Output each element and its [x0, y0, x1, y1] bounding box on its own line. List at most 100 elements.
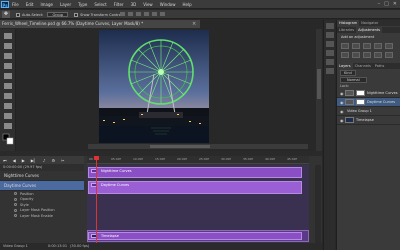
tab-paths[interactable]: Paths	[373, 63, 387, 69]
auto-select-checkbox[interactable]	[16, 12, 20, 17]
prev-frame-icon[interactable]: ◀	[13, 158, 16, 163]
next-frame-icon[interactable]: ▶▏	[31, 158, 37, 163]
hue-icon[interactable]	[341, 52, 349, 58]
paragraph-icon[interactable]	[326, 50, 334, 56]
document-tab[interactable]: Ferris_Wheel_Timeline.psd @ 66.7% (Dayti…	[0, 20, 200, 28]
tab-layers[interactable]: Layers	[337, 63, 353, 69]
tab-libraries[interactable]: Libraries	[337, 27, 356, 33]
curves-icon[interactable]	[363, 43, 371, 49]
tool-icons[interactable]	[0, 29, 16, 151]
quick-select-icon	[4, 63, 12, 69]
align-top-icon[interactable]	[144, 12, 149, 16]
close-icon[interactable]: ✕	[393, 1, 397, 8]
first-frame-icon[interactable]: ⏮	[3, 158, 7, 163]
footer-time: 0:00:13:01	[47, 244, 68, 248]
align-left-icon[interactable]	[120, 12, 125, 16]
video-group-label: Video Group 1	[3, 244, 28, 248]
stopwatch-icon[interactable]	[14, 208, 17, 212]
menu-file[interactable]: File	[12, 1, 19, 8]
swatches-icon[interactable]	[326, 68, 334, 74]
layer-row[interactable]: ◉ Nighttime Curves	[337, 89, 400, 98]
playhead-line[interactable]	[96, 156, 97, 246]
align-right-icon[interactable]	[136, 12, 141, 16]
histogram-tabs: Histogram Navigator	[337, 20, 400, 26]
timeline-scrollbar[interactable]	[315, 165, 321, 243]
ruler-tick: 45:00f	[287, 157, 297, 161]
ruler-tick: 00	[89, 157, 93, 161]
menu-image[interactable]: Image	[40, 1, 53, 8]
photo-filter-icon[interactable]	[374, 52, 382, 58]
track-daytime[interactable]: Daytime Curves	[0, 181, 84, 191]
layer-row[interactable]: ◉ Timelapse	[337, 116, 400, 125]
tab-histogram[interactable]: Histogram	[337, 20, 360, 26]
maximize-icon[interactable]: □	[384, 1, 389, 8]
menu-3d[interactable]: 3D	[131, 1, 137, 8]
layer-row[interactable]: ◉ Video Group 1	[337, 107, 400, 116]
menu-select[interactable]: Select	[94, 1, 106, 8]
close-tab-icon[interactable]: ×	[192, 20, 196, 28]
visibility-icon[interactable]: ◉	[340, 109, 345, 114]
menu-bar: Ps File Edit Image Layer Type Select Fil…	[0, 0, 400, 9]
brush-panel-icon[interactable]	[326, 59, 334, 65]
playback-controls: ⏮ ◀ ▶ ▶▏ ♪ ⚙ ✂	[0, 156, 84, 164]
menu-help[interactable]: Help	[182, 1, 191, 8]
properties-icon[interactable]	[326, 32, 334, 38]
menu-window[interactable]: Window	[160, 1, 176, 8]
add-adjustment-label: Add an adjustment	[341, 35, 375, 39]
blend-mode-dropdown[interactable]: Normal	[340, 76, 367, 83]
minimize-icon[interactable]: –	[378, 1, 381, 8]
menu-type[interactable]: Type	[78, 1, 87, 8]
stopwatch-icon[interactable]	[14, 192, 17, 196]
align-center-icon[interactable]	[128, 12, 133, 16]
bw-icon[interactable]	[363, 52, 371, 58]
layer-row-selected[interactable]: ◉ Daytime Curves	[337, 98, 400, 107]
menu-edit[interactable]: Edit	[26, 1, 34, 8]
layer-thumbnail	[345, 90, 354, 96]
property-row[interactable]: Layer Mask Enable	[0, 213, 84, 219]
play-icon[interactable]: ▶	[22, 158, 25, 163]
move-tool-icon[interactable]: ✥	[2, 11, 10, 18]
color-balance-icon[interactable]	[352, 52, 360, 58]
channel-mixer-icon[interactable]	[385, 52, 393, 58]
tab-navigator[interactable]: Navigator	[359, 20, 380, 26]
blend-row: Normal	[337, 76, 400, 83]
clip-daytime[interactable]: Daytime Curves	[88, 181, 302, 194]
split-icon[interactable]: ✂	[61, 158, 64, 163]
property-label: Layer Mask Enable	[20, 213, 53, 218]
history-icon[interactable]	[326, 23, 334, 29]
tab-channels[interactable]: Channels	[353, 63, 373, 69]
stopwatch-icon[interactable]	[14, 203, 17, 207]
clip-timelapse[interactable]: Timelapse	[88, 232, 302, 240]
right-panels: Histogram Navigator Libraries Adjustment…	[336, 20, 400, 250]
align-middle-icon[interactable]	[152, 12, 157, 16]
move-icon	[4, 33, 12, 39]
show-transform-checkbox[interactable]	[74, 12, 79, 17]
layer-mask-thumbnail	[356, 99, 365, 105]
stopwatch-icon[interactable]	[14, 214, 17, 218]
stopwatch-icon[interactable]	[14, 197, 17, 201]
canvas-horizontal-scrollbar[interactable]	[88, 144, 308, 149]
clip-nighttime[interactable]: Nighttime Curves	[88, 167, 302, 178]
tab-adjustments[interactable]: Adjustments	[356, 27, 383, 33]
exposure-icon[interactable]	[374, 43, 382, 49]
layer-filter-row: Kind	[337, 69, 400, 76]
menu-filter[interactable]: Filter	[114, 1, 124, 8]
settings-icon[interactable]: ⚙	[51, 158, 55, 163]
levels-icon[interactable]	[352, 43, 360, 49]
menu-layer[interactable]: Layer	[60, 1, 71, 8]
align-bottom-icon[interactable]	[160, 12, 165, 16]
brightness-icon[interactable]	[341, 43, 349, 49]
ruler-tick: 10:00f	[133, 157, 143, 161]
menu-view[interactable]: View	[143, 1, 153, 8]
timeline-footer: Video Group 1 0:00:13:01 (30.00 fps)	[0, 243, 322, 250]
track-list: Nighttime Curves Daytime Curves Position…	[0, 171, 84, 243]
vibrance-icon[interactable]	[385, 43, 393, 49]
kind-filter[interactable]: Kind	[340, 69, 356, 76]
background-color-icon	[6, 137, 14, 145]
character-icon[interactable]	[326, 41, 334, 47]
auto-select-dropdown[interactable]: Group	[47, 12, 69, 17]
time-ruler[interactable]: 00 05:00f 10:00f 15:00f 20:00f 25:00f 30…	[87, 156, 309, 164]
canvas-vertical-scrollbar[interactable]	[316, 29, 322, 151]
audio-icon[interactable]: ♪	[43, 158, 46, 163]
track-nighttime[interactable]: Nighttime Curves	[0, 171, 84, 181]
